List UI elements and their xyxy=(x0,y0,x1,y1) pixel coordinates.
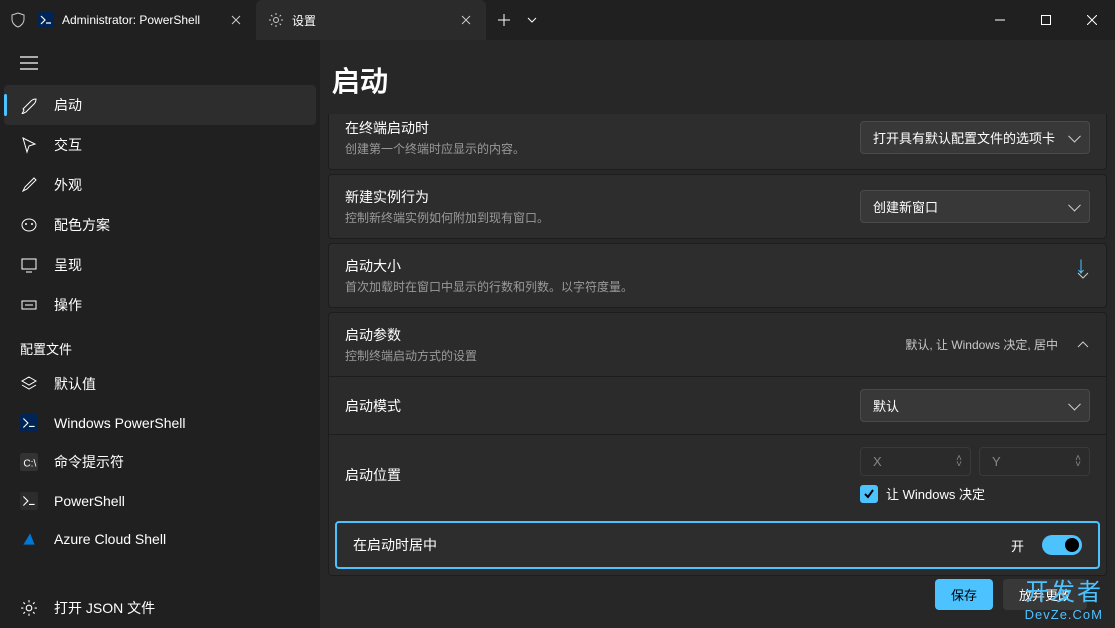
toggle-center-on-launch[interactable] xyxy=(1042,535,1082,555)
svg-text:C:\: C:\ xyxy=(23,459,36,470)
sidebar-item-actions[interactable]: 操作 xyxy=(0,285,320,325)
sidebar-item-label: Windows PowerShell xyxy=(54,415,186,431)
cursor-icon xyxy=(20,136,38,154)
sidebar-section-profiles: 配置文件 xyxy=(0,325,320,364)
new-tab-button[interactable] xyxy=(486,0,522,40)
sidebar-item-colorscheme[interactable]: 配色方案 xyxy=(0,205,320,245)
page-title: 启动 xyxy=(320,40,1115,114)
card-new-instance[interactable]: 新建实例行为 控制新终端实例如何附加到现有窗口。 创建新窗口 xyxy=(328,174,1107,239)
titlebar-left xyxy=(0,0,26,40)
minimize-button[interactable] xyxy=(977,0,1023,40)
card-subtitle: 控制终端启动方式的设置 xyxy=(345,347,893,364)
sidebar-item-label: 命令提示符 xyxy=(54,452,124,472)
input-pos-y[interactable]: Y˄˅ xyxy=(979,447,1090,476)
sidebar-item-interaction[interactable]: 交互 xyxy=(0,125,320,165)
footer-buttons: 保存 放弃更改 xyxy=(935,579,1087,610)
checkbox-let-windows-decide[interactable]: 让 Windows 决定 xyxy=(860,484,985,503)
powershell-icon xyxy=(38,12,54,28)
sidebar-item-startup[interactable]: 启动 xyxy=(4,85,316,125)
row-label: 启动位置 xyxy=(345,465,848,485)
row-launch-position: 启动位置 X˄˅ Y˄˅ 让 Windows 决定 xyxy=(329,434,1106,515)
powershell-icon xyxy=(20,414,38,432)
keyboard-icon xyxy=(20,296,38,314)
palette-icon xyxy=(20,216,38,234)
maximize-button[interactable] xyxy=(1023,0,1069,40)
sidebar-item-label: 打开 JSON 文件 xyxy=(54,598,155,618)
chevron-down-icon xyxy=(1076,269,1090,283)
tab-powershell[interactable]: Administrator: PowerShell xyxy=(26,0,256,40)
gear-icon xyxy=(20,599,38,617)
row-center-on-launch: 在启动时居中 开 xyxy=(335,521,1100,569)
brush-icon xyxy=(20,176,38,194)
sidebar-item-label: 启动 xyxy=(54,95,82,115)
card-title: 新建实例行为 xyxy=(345,187,848,207)
close-icon[interactable] xyxy=(228,12,244,28)
open-json-button[interactable]: 打开 JSON 文件 xyxy=(0,588,320,628)
tab-settings[interactable]: 设置 xyxy=(256,0,486,40)
monitor-icon xyxy=(20,256,38,274)
tab-label: 设置 xyxy=(292,12,450,29)
sidebar-item-label: 呈现 xyxy=(54,255,82,275)
sidebar-profile-ps[interactable]: PowerShell xyxy=(0,482,320,520)
card-title: 启动大小 xyxy=(345,256,1064,276)
card-subtitle: 创建第一个终端时应显示的内容。 xyxy=(345,140,848,157)
tab-label: Administrator: PowerShell xyxy=(62,13,220,27)
card-startup-content[interactable]: 在终端启动时 创建第一个终端时应显示的内容。 打开具有默认配置文件的选项卡 xyxy=(328,114,1107,170)
sidebar-item-label: 外观 xyxy=(54,175,82,195)
sidebar-profile-cmd[interactable]: C:\ 命令提示符 xyxy=(0,442,320,482)
main-panel: 启动 在终端启动时 创建第一个终端时应显示的内容。 打开具有默认配置文件的选项卡… xyxy=(320,40,1115,628)
save-button[interactable]: 保存 xyxy=(935,579,993,610)
toggle-state: 开 xyxy=(1011,536,1024,555)
sidebar-item-label: 操作 xyxy=(54,295,82,315)
row-label: 在启动时居中 xyxy=(353,535,999,555)
card-launch-params-header[interactable]: 启动参数 控制终端启动方式的设置 默认, 让 Windows 决定, 居中 xyxy=(329,313,1106,376)
hamburger-button[interactable] xyxy=(0,40,320,85)
sidebar-item-label: Azure Cloud Shell xyxy=(54,531,166,547)
dropdown-launch-mode[interactable]: 默认 xyxy=(860,389,1090,422)
gear-icon xyxy=(268,12,284,28)
sidebar-item-label: 交互 xyxy=(54,135,82,155)
sidebar-profile-azure[interactable]: Azure Cloud Shell xyxy=(0,520,320,558)
close-window-button[interactable] xyxy=(1069,0,1115,40)
checkbox-icon xyxy=(860,485,878,503)
layers-icon xyxy=(20,375,38,393)
card-title: 在终端启动时 xyxy=(345,118,848,138)
card-title: 启动参数 xyxy=(345,325,893,345)
cmd-icon: C:\ xyxy=(20,453,38,471)
shield-icon xyxy=(10,12,26,28)
dropdown-new-instance[interactable]: 创建新窗口 xyxy=(860,190,1090,223)
spinner-icon[interactable]: ˄˅ xyxy=(1075,456,1081,468)
sidebar-item-rendering[interactable]: 呈现 xyxy=(0,245,320,285)
card-launch-params: 启动参数 控制终端启动方式的设置 默认, 让 Windows 决定, 居中 启动… xyxy=(328,312,1107,576)
titlebar: Administrator: PowerShell 设置 xyxy=(0,0,1115,40)
rocket-icon xyxy=(20,96,38,114)
discard-button[interactable]: 放弃更改 xyxy=(1003,579,1087,610)
sidebar-profile-winps[interactable]: Windows PowerShell xyxy=(0,404,320,442)
sidebar-item-label: PowerShell xyxy=(54,493,125,509)
sidebar: 启动 交互 外观 配色方案 呈现 操作 配置文件 xyxy=(0,40,320,628)
dropdown-startup-content[interactable]: 打开具有默认配置文件的选项卡 xyxy=(860,121,1090,154)
sidebar-profile-defaults[interactable]: 默认值 xyxy=(0,364,320,404)
card-subtitle: 首次加载时在窗口中显示的行数和列数。以字符度量。 xyxy=(345,278,1064,295)
window-controls xyxy=(977,0,1115,40)
row-launch-mode: 启动模式 默认 xyxy=(329,376,1106,434)
spinner-icon[interactable]: ˄˅ xyxy=(956,456,962,468)
chevron-up-icon xyxy=(1076,338,1090,352)
card-launch-size[interactable]: 启动大小 首次加载时在窗口中显示的行数和列数。以字符度量。 xyxy=(328,243,1107,308)
card-subtitle: 控制新终端实例如何附加到现有窗口。 xyxy=(345,209,848,226)
tab-dropdown-button[interactable] xyxy=(522,0,542,40)
sidebar-item-appearance[interactable]: 外观 xyxy=(0,165,320,205)
checkbox-label: 让 Windows 决定 xyxy=(886,484,985,503)
powershell-icon xyxy=(20,492,38,510)
sidebar-item-label: 配色方案 xyxy=(54,215,110,235)
close-icon[interactable] xyxy=(458,12,474,28)
input-pos-x[interactable]: X˄˅ xyxy=(860,447,971,476)
card-summary: 默认, 让 Windows 决定, 居中 xyxy=(905,336,1058,353)
sidebar-item-label: 默认值 xyxy=(54,374,96,394)
azure-icon xyxy=(20,530,38,548)
row-label: 启动模式 xyxy=(345,396,848,416)
